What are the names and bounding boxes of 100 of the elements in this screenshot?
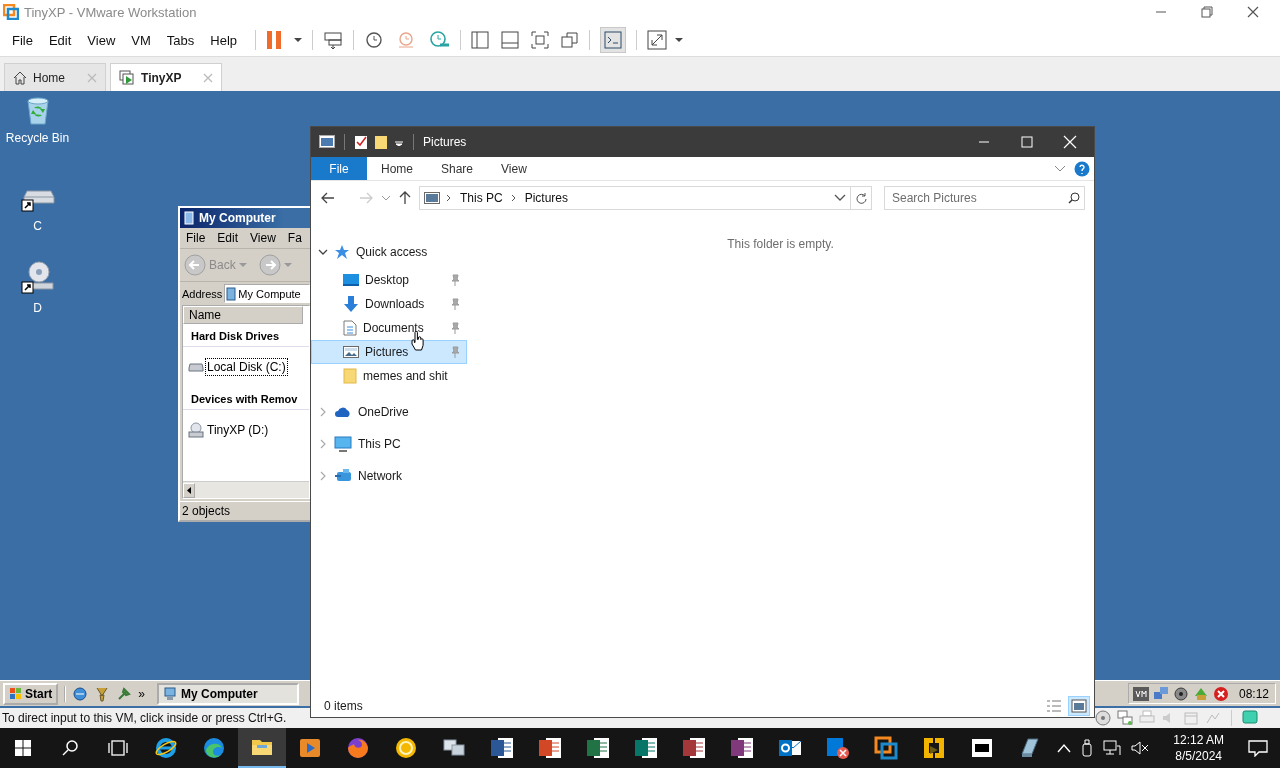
- address-bar[interactable]: This PC Pictures: [419, 186, 851, 210]
- breadcrumb-item[interactable]: This PC: [458, 191, 505, 205]
- horizontal-scrollbar[interactable]: [183, 481, 309, 498]
- dropdown-caret-icon[interactable]: [834, 194, 846, 202]
- manage-clock-icon[interactable]: [428, 30, 451, 50]
- up-arrow-icon[interactable]: [399, 191, 411, 205]
- document-icon: [343, 320, 357, 336]
- search-field[interactable]: Search Pictures: [884, 186, 1085, 210]
- snapshot-clock-icon[interactable]: [364, 30, 385, 50]
- message-icon[interactable]: [1242, 710, 1258, 726]
- network-icon[interactable]: [1103, 740, 1122, 756]
- cd-drive-icon: [188, 422, 204, 438]
- nav-item[interactable]: Quick access: [311, 236, 467, 268]
- desktop-icon-label[interactable]: C: [33, 219, 42, 233]
- properties-icon[interactable]: [354, 134, 368, 150]
- ribbon-tab[interactable]: Home: [367, 157, 427, 180]
- status-text: To direct input to this VM, click inside or press Ctrl+G.: [2, 711, 287, 725]
- search-icon[interactable]: [61, 739, 79, 757]
- tab[interactable]: TinyXP: [110, 63, 223, 91]
- speaker-muted-icon[interactable]: [1131, 740, 1150, 756]
- chevron-up-icon[interactable]: [1057, 743, 1072, 753]
- file-tab[interactable]: File: [311, 157, 367, 180]
- pin-icon[interactable]: [450, 298, 460, 310]
- console-button[interactable]: [600, 27, 627, 53]
- task-view-icon[interactable]: [107, 739, 129, 757]
- nav-item[interactable]: Downloads: [311, 292, 467, 316]
- new-folder-icon[interactable]: [374, 134, 388, 150]
- search-icon: [1068, 192, 1080, 204]
- address-field[interactable]: My Compute: [224, 284, 310, 303]
- menu-item[interactable]: File: [186, 231, 206, 245]
- menu-item[interactable]: Fa: [287, 231, 302, 245]
- more-chevron[interactable]: »: [138, 686, 146, 701]
- fullscreen-view-icon[interactable]: [531, 31, 550, 49]
- menu-item[interactable]: VM: [123, 28, 159, 52]
- refresh-button[interactable]: [850, 186, 872, 210]
- breadcrumb-separator-icon: [510, 194, 517, 202]
- nav-item[interactable]: Network: [311, 460, 467, 492]
- menu-item[interactable]: Tabs: [158, 28, 203, 52]
- column-header[interactable]: Name: [183, 306, 303, 324]
- clock[interactable]: 12:12 AM 8/5/2024: [1173, 732, 1224, 764]
- large-icons-view-button[interactable]: [1068, 696, 1090, 716]
- menu-item[interactable]: View: [250, 231, 276, 245]
- nav-item[interactable]: Pictures: [311, 340, 467, 364]
- windows-start-icon[interactable]: [14, 739, 32, 757]
- task-button[interactable]: My Computer: [157, 682, 300, 705]
- desktop-icon-label[interactable]: D: [33, 301, 42, 315]
- network-adapter-icon[interactable]: [1117, 710, 1133, 726]
- desktop-icon-label[interactable]: Recycle Bin: [5, 131, 70, 145]
- menu-item[interactable]: File: [4, 28, 41, 52]
- menu-item[interactable]: Edit: [40, 28, 80, 52]
- menu-item[interactable]: Edit: [217, 231, 239, 245]
- nav-item[interactable]: This PC: [311, 428, 467, 460]
- drive-item[interactable]: TinyXP (D:): [206, 422, 270, 438]
- pin-icon[interactable]: [450, 322, 460, 334]
- browser-icon[interactable]: [72, 685, 89, 702]
- taskbar-app-button[interactable]: [238, 728, 286, 768]
- nav-item[interactable]: OneDrive: [311, 396, 467, 428]
- document-app-icon: [682, 736, 706, 760]
- help-icon[interactable]: [1074, 160, 1090, 177]
- tab[interactable]: Home: [4, 63, 106, 91]
- vmware-tools-icon[interactable]: [1132, 686, 1149, 701]
- caret-icon[interactable]: [294, 37, 303, 43]
- breadcrumb-item[interactable]: Pictures: [522, 191, 571, 205]
- cd-device-icon[interactable]: [1095, 710, 1111, 726]
- maximize-icon[interactable]: [1019, 134, 1035, 150]
- star-icon: [334, 244, 350, 260]
- notification-icon[interactable]: [1248, 739, 1268, 757]
- ribbon-tab[interactable]: View: [487, 157, 541, 180]
- back-arrow-icon[interactable]: [321, 192, 335, 204]
- desktop-icon: [343, 273, 359, 287]
- sidebar-view-icon[interactable]: [471, 31, 490, 49]
- error-icon[interactable]: [1212, 685, 1229, 702]
- volume-icon[interactable]: [1172, 685, 1189, 702]
- computer-icon: [334, 436, 352, 452]
- nav-item[interactable]: Desktop: [311, 268, 467, 292]
- panel-view-icon[interactable]: [501, 31, 520, 49]
- start-button[interactable]: Start: [3, 682, 59, 705]
- nav-item[interactable]: memes and shit: [311, 364, 467, 388]
- drive-item[interactable]: Local Disk (C:): [206, 359, 287, 375]
- browser-e-icon: [154, 736, 178, 760]
- caret-icon[interactable]: [394, 138, 404, 146]
- tools-icon[interactable]: [116, 685, 133, 702]
- caret-icon[interactable]: [675, 37, 684, 43]
- archive-box-icon: [970, 736, 994, 760]
- restore-icon[interactable]: [1198, 4, 1216, 20]
- usb-device-icon[interactable]: [1081, 739, 1094, 757]
- chevron-down-icon[interactable]: [318, 247, 328, 257]
- menu-item[interactable]: Help: [202, 28, 246, 52]
- windows-view-icon[interactable]: [561, 31, 580, 49]
- stretch-icon[interactable]: [647, 30, 668, 50]
- nav-item[interactable]: Documents: [311, 316, 467, 340]
- pause-icon[interactable]: [266, 30, 283, 50]
- menu-item[interactable]: View: [79, 28, 124, 52]
- pin-icon[interactable]: [450, 274, 460, 286]
- scroll-left-icon[interactable]: [187, 486, 191, 494]
- computer-icon: [183, 211, 195, 225]
- ribbon-tab[interactable]: Share: [427, 157, 488, 180]
- window-icon[interactable]: [319, 135, 335, 149]
- breadcrumb-separator-icon: [446, 194, 452, 202]
- send-keys-icon[interactable]: [323, 30, 344, 50]
